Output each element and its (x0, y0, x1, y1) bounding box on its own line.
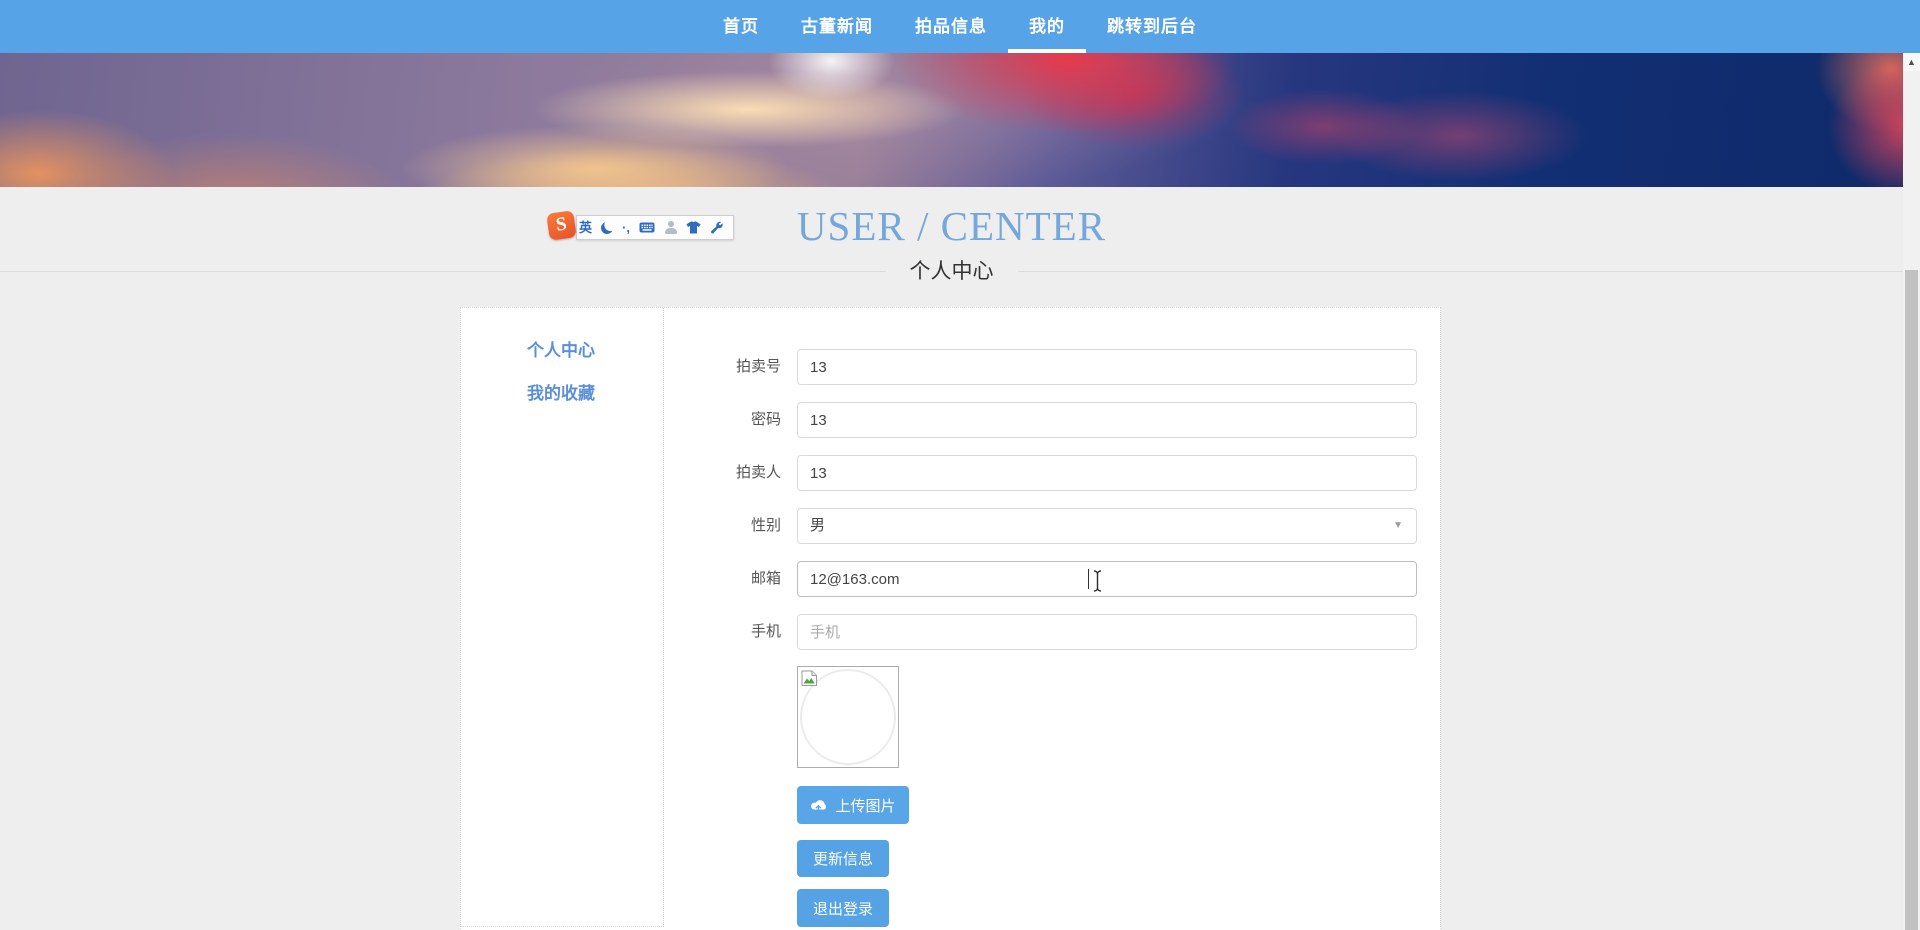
form-row-auction-no: 拍卖号 (601, 349, 1417, 385)
user-center-page: 首页 古董新闻 拍品信息 我的 跳转到后台 S 英 ·, USER / CENT… (0, 0, 1920, 930)
form-row-gender: 性别 男 ▼ (601, 508, 1417, 544)
auction-no-label: 拍卖号 (735, 358, 781, 375)
text-caret (1088, 569, 1089, 589)
top-navbar: 首页 古董新闻 拍品信息 我的 跳转到后台 (0, 0, 1920, 53)
broken-image-icon (801, 670, 817, 686)
nav-item-mine[interactable]: 我的 (1008, 0, 1086, 53)
tshirt-icon[interactable] (686, 221, 701, 234)
user-icon[interactable] (664, 221, 677, 234)
email-input[interactable] (797, 561, 1417, 597)
password-label: 密码 (750, 411, 781, 428)
email-label: 邮箱 (750, 570, 781, 587)
form-row-email: 邮箱 (601, 561, 1417, 597)
ime-toolbar[interactable]: S 英 ·, (546, 210, 734, 241)
keyboard-icon[interactable] (639, 222, 655, 233)
sogou-logo-icon[interactable]: S (546, 210, 577, 241)
auctioneer-label: 拍卖人 (735, 464, 781, 481)
page-subtitle: 个人中心 (0, 257, 1903, 287)
upload-image-button[interactable]: 上传图片 (797, 786, 909, 824)
gender-label: 性别 (750, 517, 781, 534)
page-title: USER / CENTER (796, 203, 1107, 249)
language-mode-icon[interactable]: 英 (579, 221, 592, 234)
nav-item-antique-news[interactable]: 古董新闻 (780, 0, 894, 53)
text-ibeam-cursor (1093, 570, 1102, 592)
vertical-scrollbar[interactable]: ▲ (1903, 53, 1920, 930)
chevron-down-icon: ▼ (1393, 520, 1403, 531)
logout-button[interactable]: 退出登录 (797, 889, 889, 927)
upload-button-label: 上传图片 (835, 797, 896, 815)
auctioneer-input[interactable] (797, 455, 1417, 491)
nav-item-goto-admin[interactable]: 跳转到后台 (1086, 0, 1218, 53)
sidebar-item-personal-center[interactable]: 个人中心 (527, 341, 595, 361)
form-row-auctioneer: 拍卖人 (601, 455, 1417, 491)
gender-selected-value: 男 (810, 517, 826, 534)
moon-icon[interactable] (601, 222, 613, 234)
sidebar-item-my-favorites[interactable]: 我的收藏 (527, 384, 595, 404)
user-center-panel: 个人中心 我的收藏 拍卖号 密码 拍卖人 性别 男 ▼ 邮箱 (460, 307, 1441, 930)
nav-item-home[interactable]: 首页 (702, 0, 780, 53)
form-row-phone: 手机 (601, 614, 1417, 650)
auction-no-input[interactable] (797, 349, 1417, 385)
wrench-icon[interactable] (710, 221, 723, 234)
scrollbar-up-arrow[interactable]: ▲ (1903, 53, 1920, 71)
punctuation-icon[interactable]: ·, (622, 221, 630, 234)
sunset-banner-image (0, 53, 1920, 187)
form-row-password: 密码 (601, 402, 1417, 438)
nav-item-lot-info[interactable]: 拍品信息 (894, 0, 1008, 53)
email-field-wrap (797, 561, 1417, 597)
scrollbar-thumb[interactable] (1905, 270, 1918, 930)
password-input[interactable] (797, 402, 1417, 438)
gender-select[interactable]: 男 ▼ (797, 508, 1417, 544)
phone-label: 手机 (750, 623, 781, 640)
update-info-button[interactable]: 更新信息 (797, 840, 889, 877)
cloud-upload-icon (811, 799, 827, 809)
avatar-preview[interactable] (797, 666, 899, 768)
phone-input[interactable] (797, 614, 1417, 650)
